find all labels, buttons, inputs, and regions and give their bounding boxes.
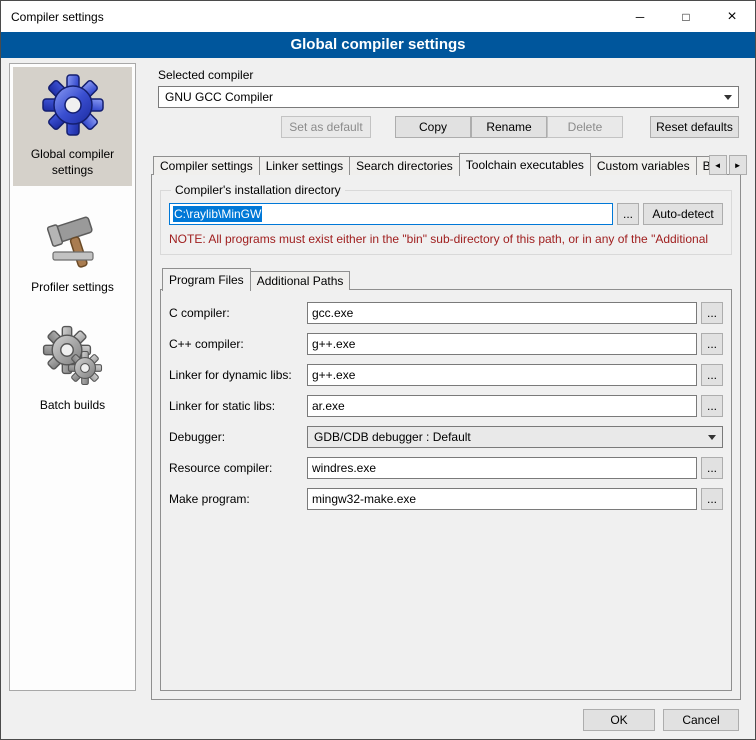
sidebar-item-label: Profiler settings	[15, 280, 130, 296]
make-program-input[interactable]	[307, 488, 697, 510]
resource-compiler-browse-button[interactable]: ...	[701, 457, 723, 479]
dynamic-linker-label: Linker for dynamic libs:	[169, 368, 307, 382]
tab-scroll-left-icon[interactable]: ◄	[709, 155, 727, 175]
compiler-settings-window: Compiler settings ─ □ × Global compiler …	[0, 0, 756, 740]
resource-compiler-input[interactable]	[307, 457, 697, 479]
make-program-label: Make program:	[169, 492, 307, 506]
dropdown-arrow-icon	[724, 95, 732, 100]
c-compiler-label: C compiler:	[169, 306, 307, 320]
debugger-value: GDB/CDB debugger : Default	[314, 430, 471, 444]
selected-compiler-label: Selected compiler	[158, 68, 747, 82]
c-compiler-browse-button[interactable]: ...	[701, 302, 723, 324]
minimize-button[interactable]: ─	[617, 1, 663, 32]
selected-compiler-value: GNU GCC Compiler	[165, 90, 273, 104]
sidebar: Global compiler settings Profiler settin…	[9, 63, 136, 691]
executables-subtabstrip: Program Files Additional Paths	[160, 267, 732, 290]
static-linker-label: Linker for static libs:	[169, 399, 307, 413]
form-row-resource-compiler: Resource compiler: ...	[169, 457, 723, 479]
form-row-dynamic-linker: Linker for dynamic libs: ...	[169, 364, 723, 386]
sidebar-item-batch-builds[interactable]: Batch builds	[13, 318, 132, 422]
minimize-icon: ─	[636, 10, 645, 24]
tab-build-options[interactable]: Build	[696, 156, 710, 175]
form-row-make-program: Make program: ...	[169, 488, 723, 510]
form-row-static-linker: Linker for static libs: ...	[169, 395, 723, 417]
titlebar: Compiler settings ─ □ ×	[1, 1, 755, 32]
close-icon: ×	[727, 8, 736, 26]
cpp-compiler-input[interactable]	[307, 333, 697, 355]
form-row-debugger: Debugger: GDB/CDB debugger : Default	[169, 426, 723, 448]
bin-subdirectory-note: NOTE: All programs must exist either in …	[169, 232, 723, 246]
dialog-body: Global compiler settings Profiler settin…	[1, 58, 755, 739]
ok-button[interactable]: OK	[583, 709, 655, 731]
tab-custom-variables[interactable]: Custom variables	[590, 156, 697, 175]
tab-scroll-right-icon[interactable]: ►	[729, 155, 747, 175]
maximize-button[interactable]: □	[663, 1, 709, 32]
sidebar-item-profiler-settings[interactable]: Profiler settings	[13, 200, 132, 304]
copy-button[interactable]: Copy	[395, 116, 471, 138]
c-compiler-input[interactable]	[307, 302, 697, 324]
rename-button[interactable]: Rename	[471, 116, 547, 138]
debugger-label: Debugger:	[169, 430, 307, 444]
subtab-program-files[interactable]: Program Files	[162, 268, 251, 291]
settings-tabstrip: Compiler settings Linker settings Search…	[151, 152, 741, 175]
compiler-actions: Set as default Copy Rename Delete Reset …	[158, 116, 739, 138]
cpp-compiler-label: C++ compiler:	[169, 337, 307, 351]
blue-gear-icon	[41, 73, 105, 137]
tab-scrollers: ◄ ►	[709, 155, 747, 175]
cpp-compiler-browse-button[interactable]: ...	[701, 333, 723, 355]
resource-compiler-label: Resource compiler:	[169, 461, 307, 475]
toolchain-executables-panel: Compiler's installation directory C:\ray…	[151, 174, 741, 700]
set-as-default-button: Set as default	[281, 116, 371, 138]
form-row-cpp-compiler: C++ compiler: ...	[169, 333, 723, 355]
maximize-icon: □	[682, 10, 689, 24]
cancel-button[interactable]: Cancel	[663, 709, 739, 731]
dialog-footer: OK Cancel	[583, 709, 739, 731]
form-row-c-compiler: C compiler: ...	[169, 302, 723, 324]
window-controls: ─ □ ×	[617, 1, 755, 32]
program-files-panel: C compiler: ... C++ compiler: ...	[160, 289, 732, 691]
reset-defaults-button[interactable]: Reset defaults	[650, 116, 739, 138]
tab-linker-settings[interactable]: Linker settings	[259, 156, 350, 175]
installation-directory-group: Compiler's installation directory C:\ray…	[160, 183, 732, 255]
dropdown-arrow-icon	[708, 435, 716, 440]
window-title: Compiler settings	[11, 10, 104, 24]
sidebar-item-label: Batch builds	[15, 398, 130, 414]
profiler-tool-icon	[41, 206, 105, 270]
selected-compiler-dropdown[interactable]: GNU GCC Compiler	[158, 86, 739, 108]
tab-compiler-settings[interactable]: Compiler settings	[153, 156, 260, 175]
static-linker-browse-button[interactable]: ...	[701, 395, 723, 417]
static-linker-input[interactable]	[307, 395, 697, 417]
installation-directory-input[interactable]: C:\raylib\MinGW	[169, 203, 613, 225]
dynamic-linker-input[interactable]	[307, 364, 697, 386]
tab-toolchain-executables[interactable]: Toolchain executables	[459, 153, 591, 176]
selected-path-text: C:\raylib\MinGW	[173, 206, 262, 222]
installation-directory-row: C:\raylib\MinGW ... Auto-detect	[169, 203, 723, 225]
debugger-dropdown[interactable]: GDB/CDB debugger : Default	[307, 426, 723, 448]
sidebar-item-global-compiler-settings[interactable]: Global compiler settings	[13, 67, 132, 186]
main-panel: Selected compiler GNU GCC Compiler Set a…	[146, 58, 747, 700]
installation-directory-browse-button[interactable]: ...	[617, 203, 639, 225]
sidebar-item-label: Global compiler settings	[15, 147, 130, 178]
delete-button: Delete	[547, 116, 623, 138]
make-program-browse-button[interactable]: ...	[701, 488, 723, 510]
tab-search-directories[interactable]: Search directories	[349, 156, 460, 175]
gray-gears-icon	[41, 324, 105, 388]
dynamic-linker-browse-button[interactable]: ...	[701, 364, 723, 386]
installation-directory-label: Compiler's installation directory	[171, 183, 345, 197]
auto-detect-button[interactable]: Auto-detect	[643, 203, 723, 225]
subtab-additional-paths[interactable]: Additional Paths	[250, 271, 351, 290]
page-title: Global compiler settings	[1, 32, 755, 58]
close-button[interactable]: ×	[709, 1, 755, 32]
